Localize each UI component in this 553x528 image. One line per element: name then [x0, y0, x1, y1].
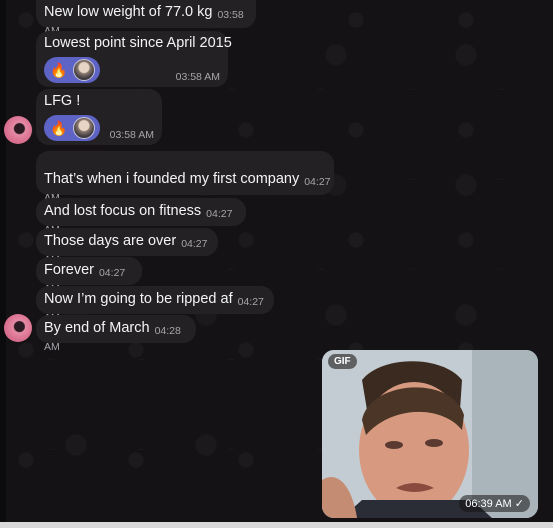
message-bubble[interactable]: And lost focus on fitness04:27 AM: [36, 198, 246, 236]
fire-emoji-icon: 🔥: [50, 120, 68, 136]
gif-image: [322, 350, 538, 518]
message-bubble[interactable]: By end of March 04:28 AM: [36, 315, 196, 353]
message-text: Lowest point since April 2015: [44, 35, 232, 51]
reactor-avatar: [73, 117, 96, 139]
sender-avatar[interactable]: [4, 314, 32, 342]
message-text: Now I’m going to be ripped af: [44, 291, 233, 307]
message-bubble[interactable]: Those days are over04:27 AM: [36, 228, 218, 266]
sent-check-icon: ✓: [514, 498, 524, 510]
message-text: Those days are over: [44, 233, 177, 249]
reactor-avatar: [73, 59, 96, 81]
message-bubble[interactable]: Forever04:27 AM: [36, 257, 142, 295]
message-bubble[interactable]: That’s when i founded my first company 04…: [36, 151, 334, 204]
message-bubble[interactable]: Now I’m going to be ripped af04:27 AM: [36, 286, 274, 324]
reaction-pill[interactable]: 🔥: [44, 115, 100, 141]
message-text: And lost focus on fitness: [44, 203, 202, 219]
message-time: 06:39 AM: [465, 498, 512, 510]
gif-message[interactable]: GIF 06:39 AM ✓: [322, 350, 538, 518]
message-text: That’s when i founded my first company: [44, 171, 300, 187]
message-text: By end of March: [44, 320, 150, 336]
gif-badge: GIF: [328, 354, 357, 369]
message-text: Forever: [44, 262, 94, 278]
message-time: 03:58 AM: [175, 71, 220, 83]
gif-timestamp: 06:39 AM ✓: [459, 495, 530, 512]
fire-emoji-icon: 🔥: [50, 62, 68, 78]
message-bubble[interactable]: LFG ! 🔥 03:58 AM: [36, 89, 162, 145]
sender-avatar[interactable]: [4, 116, 32, 144]
message-bubble[interactable]: New low weight of 77.0 kg03:58 AM: [36, 0, 256, 37]
message-bubble[interactable]: Lowest point since April 2015 🔥 03:58 AM: [36, 31, 232, 87]
message-text: New low weight of 77.0 kg: [44, 4, 213, 20]
bottom-bar: [0, 522, 553, 528]
reaction-pill[interactable]: 🔥: [44, 57, 100, 83]
message-time: 03:58 AM: [109, 129, 154, 141]
message-text: LFG !: [44, 93, 81, 109]
